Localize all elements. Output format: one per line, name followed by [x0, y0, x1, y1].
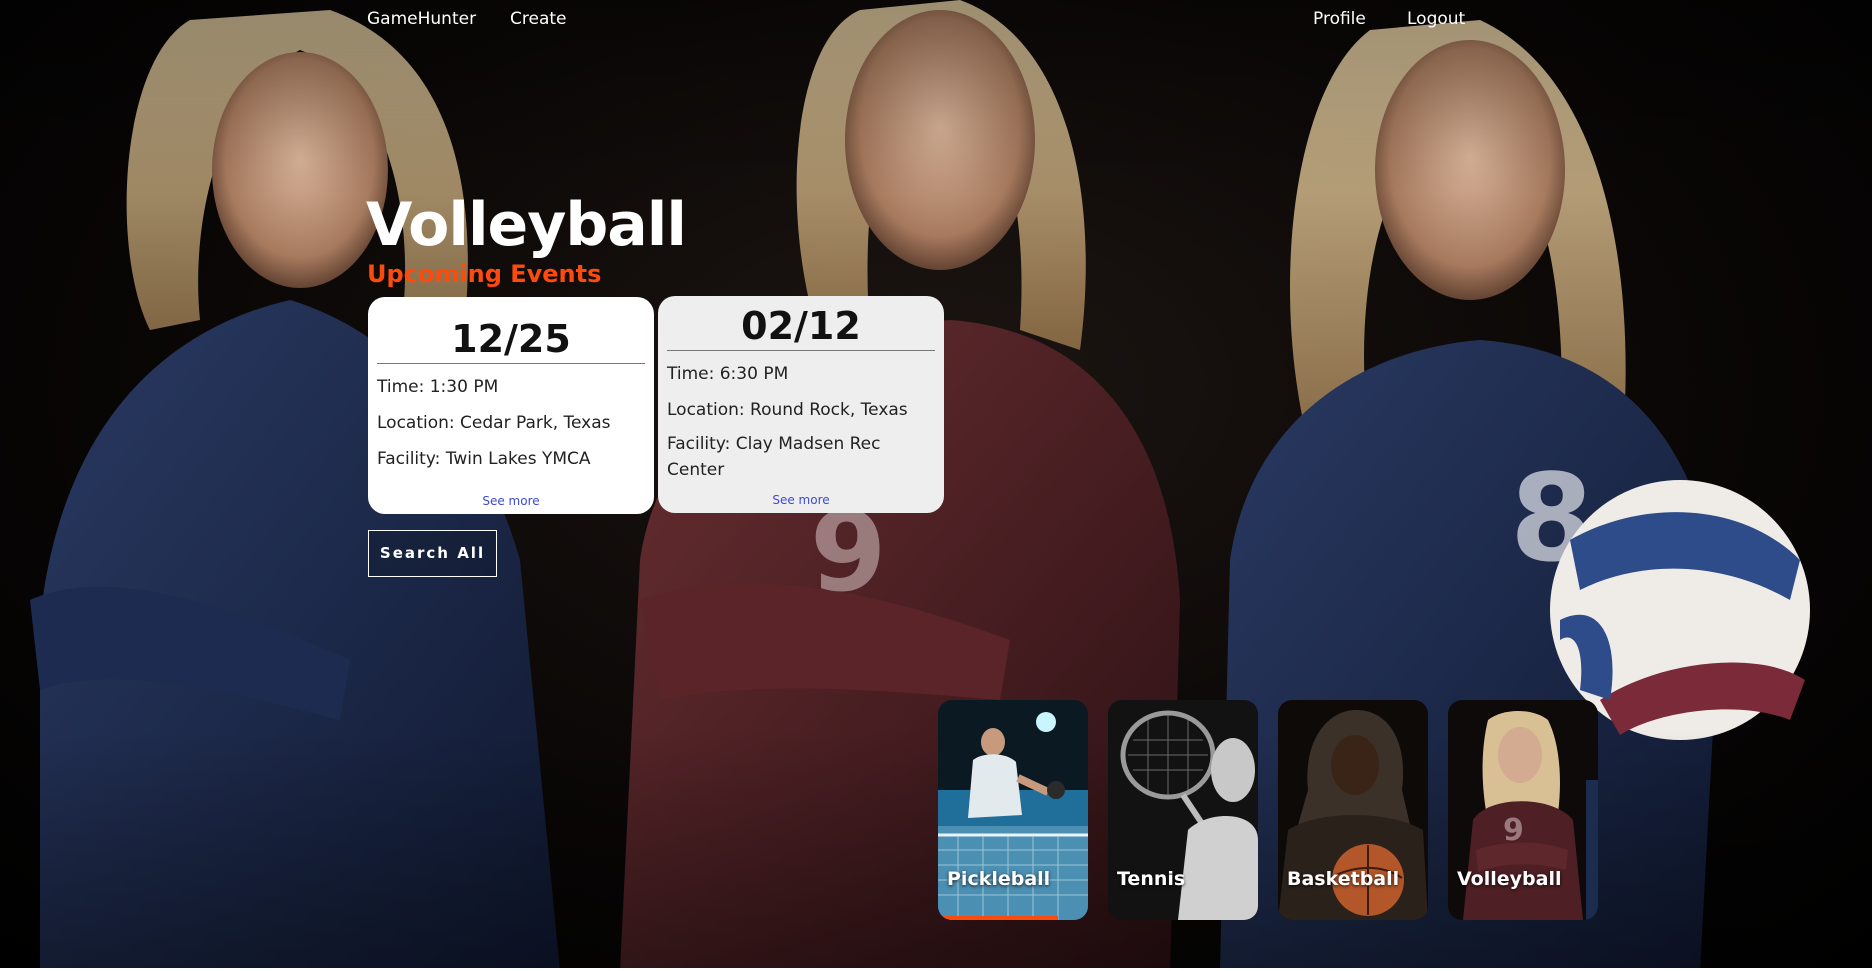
event-date: 02/12	[667, 296, 935, 351]
nav-profile-link[interactable]: Profile	[1313, 9, 1366, 29]
event-time: Time: 6:30 PM	[667, 364, 789, 384]
event-date: 12/25	[377, 297, 645, 364]
sport-tile-label: Pickleball	[947, 868, 1051, 890]
sport-tile-tennis[interactable]: Tennis	[1108, 700, 1258, 920]
event-location: Location: Round Rock, Texas	[667, 400, 908, 420]
sport-tile-label: Basketball	[1287, 868, 1400, 890]
event-card: 12/25 Time: 1:30 PM Location: Cedar Park…	[368, 297, 654, 514]
sport-tile-volleyball[interactable]: 9 Volleyball	[1448, 700, 1598, 920]
nav-create-link[interactable]: Create	[510, 9, 567, 29]
search-all-button[interactable]: Search All	[368, 530, 497, 577]
sport-tile-basketball[interactable]: Basketball	[1278, 700, 1428, 920]
page-title: Volleyball	[366, 190, 687, 260]
sport-tile-label: Tennis	[1117, 868, 1186, 890]
see-more-link[interactable]: See more	[658, 493, 944, 507]
event-location: Location: Cedar Park, Texas	[377, 413, 611, 433]
active-indicator	[938, 916, 1058, 920]
event-time: Time: 1:30 PM	[377, 377, 499, 397]
sport-tile-pickleball[interactable]: Pickleball	[938, 700, 1088, 920]
see-more-link[interactable]: See more	[368, 494, 654, 508]
event-facility: Facility: Twin Lakes YMCA	[377, 449, 591, 469]
event-facility: Facility: Clay Madsen Rec Center	[667, 434, 881, 480]
event-card: 02/12 Time: 6:30 PM Location: Round Rock…	[658, 296, 944, 513]
section-subtitle: Upcoming Events	[367, 260, 602, 288]
sport-tile-label: Volleyball	[1457, 868, 1562, 890]
nav-logout-link[interactable]: Logout	[1407, 9, 1465, 29]
nav-brand-link[interactable]: GameHunter	[367, 9, 476, 29]
svg-text:9: 9	[1503, 813, 1524, 848]
